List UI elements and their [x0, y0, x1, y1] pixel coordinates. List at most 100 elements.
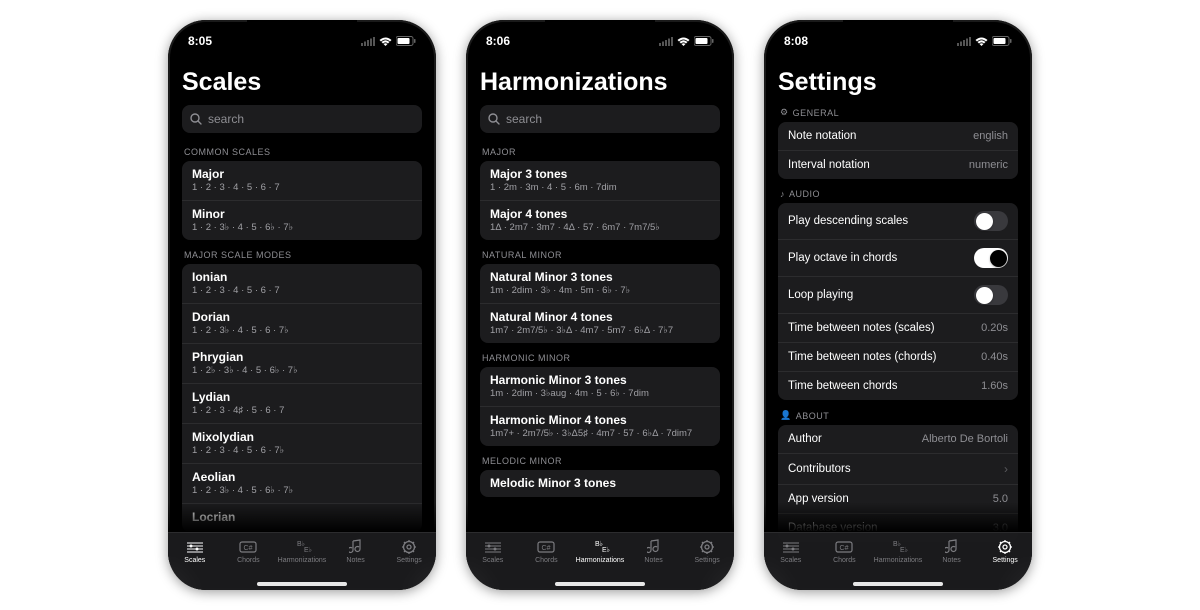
signal-icon	[361, 37, 375, 46]
status-icons	[361, 36, 416, 46]
tab-chords[interactable]: C# Chords	[222, 538, 276, 564]
harmonizations-icon: B♭E♭	[888, 538, 908, 556]
tab-scales[interactable]: Scales	[466, 538, 520, 564]
search-icon	[190, 113, 202, 125]
phone-settings: 8:08 Settings ⚙︎GENERAL Note notationeng…	[764, 20, 1032, 590]
chords-icon: C#	[238, 538, 258, 556]
tab-label: Notes	[942, 557, 960, 564]
settings-icon	[699, 538, 715, 556]
search-input[interactable]	[208, 112, 414, 126]
scale-row[interactable]: Dorian1 · 2 · 3♭ · 4 · 5 · 6 · 7♭	[182, 304, 422, 344]
gear-icon: ⚙︎	[780, 107, 789, 118]
status-time: 8:05	[188, 34, 212, 48]
svg-text:E♭: E♭	[900, 546, 908, 554]
tab-label: Harmonizations	[874, 557, 923, 564]
toggle[interactable]	[974, 285, 1008, 305]
status-icons	[957, 36, 1012, 46]
tab-settings[interactable]: Settings	[680, 538, 734, 564]
group-major: Major 3 tones1 · 2m · 3m · 4 · 5 · 6m · …	[480, 161, 720, 240]
wifi-icon	[677, 37, 690, 46]
setting-play-octave[interactable]: Play octave in chords	[778, 240, 1018, 277]
tab-label: Notes	[644, 557, 662, 564]
tab-scales[interactable]: Scales	[168, 538, 222, 564]
tab-harmonizations[interactable]: B♭E♭Harmonizations	[573, 538, 627, 564]
scales-icon	[781, 538, 801, 556]
search-input[interactable]	[506, 112, 712, 126]
harmonization-row[interactable]: Major 3 tones1 · 2m · 3m · 4 · 5 · 6m · …	[480, 161, 720, 201]
svg-text:C#: C#	[244, 545, 253, 552]
scale-row[interactable]: Aeolian1 · 2 · 3♭ · 4 · 5 · 6♭ · 7♭	[182, 464, 422, 504]
tab-chords[interactable]: C#Chords	[520, 538, 574, 564]
battery-icon	[992, 36, 1012, 46]
tab-label: Chords	[237, 557, 260, 564]
settings-icon	[997, 538, 1013, 556]
scale-row[interactable]: Lydian1 · 2 · 3 · 4♯ · 5 · 6 · 7	[182, 384, 422, 424]
toggle[interactable]	[974, 211, 1008, 231]
svg-text:C#: C#	[840, 545, 849, 552]
notch	[545, 20, 655, 42]
settings-icon	[401, 538, 417, 556]
status-time: 8:06	[486, 34, 510, 48]
section-header-general: ⚙︎GENERAL	[780, 107, 1018, 118]
toggle[interactable]	[974, 248, 1008, 268]
scale-row[interactable]: Mixolydian1 · 2 · 3 · 4 · 5 · 6 · 7♭	[182, 424, 422, 464]
home-indicator[interactable]	[257, 582, 347, 586]
home-indicator[interactable]	[555, 582, 645, 586]
tab-chords[interactable]: C#Chords	[818, 538, 872, 564]
search-bar[interactable]	[182, 105, 422, 133]
signal-icon	[957, 37, 971, 46]
tab-settings[interactable]: Settings	[382, 538, 436, 564]
tab-notes[interactable]: Notes	[925, 538, 979, 564]
setting-time-chords[interactable]: Time between notes (chords)0.40s	[778, 343, 1018, 372]
setting-contributors[interactable]: Contributors›	[778, 454, 1018, 485]
chords-icon: C#	[834, 538, 854, 556]
group-audio: Play descending scales Play octave in ch…	[778, 203, 1018, 400]
section-header: NATURAL MINOR	[482, 250, 720, 260]
chords-icon: C#	[536, 538, 556, 556]
notes-icon	[945, 538, 959, 556]
harmonization-row[interactable]: Natural Minor 4 tones1m7 · 2m7/5♭ · 3♭Δ …	[480, 304, 720, 343]
setting-time-between-chords[interactable]: Time between chords1.60s	[778, 372, 1018, 400]
signal-icon	[659, 37, 673, 46]
scale-row[interactable]: Locrian	[182, 504, 422, 532]
section-header: MELODIC MINOR	[482, 456, 720, 466]
setting-author[interactable]: AuthorAlberto De Bortoli	[778, 425, 1018, 454]
harmonization-row[interactable]: Harmonic Minor 3 tones1m · 2dim · 3♭aug …	[480, 367, 720, 407]
group-common-scales: Major 1 · 2 · 3 · 4 · 5 · 6 · 7 Minor 1 …	[182, 161, 422, 240]
tab-settings[interactable]: Settings	[978, 538, 1032, 564]
setting-interval-notation[interactable]: Interval notationnumeric	[778, 151, 1018, 179]
harmonization-row[interactable]: Melodic Minor 3 tones	[480, 470, 720, 497]
setting-time-scales[interactable]: Time between notes (scales)0.20s	[778, 314, 1018, 343]
tab-harmonizations[interactable]: B♭E♭Harmonizations	[275, 538, 329, 564]
scale-row[interactable]: Major 1 · 2 · 3 · 4 · 5 · 6 · 7	[182, 161, 422, 201]
scale-row[interactable]: Phrygian1 · 2♭ · 3♭ · 4 · 5 · 6♭ · 7♭	[182, 344, 422, 384]
tab-harmonizations[interactable]: B♭E♭Harmonizations	[871, 538, 925, 564]
wifi-icon	[975, 37, 988, 46]
tab-label: Notes	[346, 557, 364, 564]
setting-app-version[interactable]: App version5.0	[778, 485, 1018, 514]
status-icons	[659, 36, 714, 46]
notch	[843, 20, 953, 42]
tab-label: Harmonizations	[278, 557, 327, 564]
row-sub: 1 · 2 · 3 · 4 · 5 · 6 · 7	[192, 182, 412, 193]
tab-notes[interactable]: Notes	[627, 538, 681, 564]
svg-text:C#: C#	[542, 545, 551, 552]
battery-icon	[694, 36, 714, 46]
home-indicator[interactable]	[853, 582, 943, 586]
setting-play-descending[interactable]: Play descending scales	[778, 203, 1018, 240]
group-modes: Ionian1 · 2 · 3 · 4 · 5 · 6 · 7 Dorian1 …	[182, 264, 422, 532]
scale-row[interactable]: Minor 1 · 2 · 3♭ · 4 · 5 · 6♭ · 7♭	[182, 201, 422, 240]
harmonization-row[interactable]: Harmonic Minor 4 tones1m7+ · 2m7/5♭ · 3♭…	[480, 407, 720, 446]
scale-row[interactable]: Ionian1 · 2 · 3 · 4 · 5 · 6 · 7	[182, 264, 422, 304]
battery-icon	[396, 36, 416, 46]
setting-loop-playing[interactable]: Loop playing	[778, 277, 1018, 314]
content-area: Harmonizations MAJOR Major 3 tones1 · 2m…	[466, 54, 734, 590]
tab-scales[interactable]: Scales	[764, 538, 818, 564]
search-bar[interactable]	[480, 105, 720, 133]
harmonization-row[interactable]: Natural Minor 3 tones1m · 2dim · 3♭ · 4m…	[480, 264, 720, 304]
tab-notes[interactable]: Notes	[329, 538, 383, 564]
setting-note-notation[interactable]: Note notationenglish	[778, 122, 1018, 151]
section-header: MAJOR SCALE MODES	[184, 250, 422, 260]
section-header-audio: ♪AUDIO	[780, 189, 1018, 199]
harmonization-row[interactable]: Major 4 tones1Δ · 2m7 · 3m7 · 4Δ · 57 · …	[480, 201, 720, 240]
